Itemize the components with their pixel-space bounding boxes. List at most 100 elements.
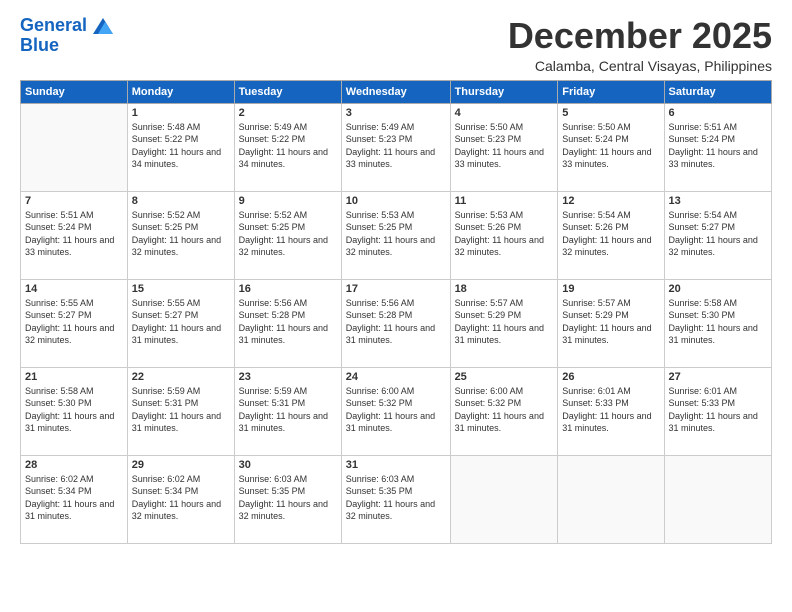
day-info: Sunrise: 5:55 AMSunset: 5:27 PMDaylight:…: [132, 297, 230, 347]
week-row-0: 1 Sunrise: 5:48 AMSunset: 5:22 PMDaylight…: [21, 103, 772, 191]
logo-blue: Blue: [20, 36, 113, 56]
day-info: Sunrise: 6:01 AMSunset: 5:33 PMDaylight:…: [669, 385, 767, 435]
calendar-cell: 26 Sunrise: 6:01 AMSunset: 5:33 PMDayligh…: [558, 367, 664, 455]
day-number: 11: [455, 195, 554, 207]
day-info: Sunrise: 5:59 AMSunset: 5:31 PMDaylight:…: [132, 385, 230, 435]
day-number: 16: [239, 283, 337, 295]
col-header-monday: Monday: [127, 80, 234, 103]
calendar-cell: 8 Sunrise: 5:52 AMSunset: 5:25 PMDaylight…: [127, 191, 234, 279]
day-info: Sunrise: 5:54 AMSunset: 5:27 PMDaylight:…: [669, 209, 767, 259]
calendar-cell: 25 Sunrise: 6:00 AMSunset: 5:32 PMDayligh…: [450, 367, 558, 455]
col-header-sunday: Sunday: [21, 80, 128, 103]
calendar: SundayMondayTuesdayWednesdayThursdayFrid…: [20, 80, 772, 544]
day-info: Sunrise: 5:52 AMSunset: 5:25 PMDaylight:…: [132, 209, 230, 259]
calendar-cell: 17 Sunrise: 5:56 AMSunset: 5:28 PMDayligh…: [341, 279, 450, 367]
day-number: 31: [346, 459, 446, 471]
day-number: 1: [132, 107, 230, 119]
day-info: Sunrise: 5:51 AMSunset: 5:24 PMDaylight:…: [25, 209, 123, 259]
day-number: 21: [25, 371, 123, 383]
calendar-cell: 12 Sunrise: 5:54 AMSunset: 5:26 PMDayligh…: [558, 191, 664, 279]
day-number: 25: [455, 371, 554, 383]
day-info: Sunrise: 5:53 AMSunset: 5:25 PMDaylight:…: [346, 209, 446, 259]
calendar-cell: 13Sunrise: 5:54 AMSunset: 5:27 PMDayligh…: [664, 191, 771, 279]
calendar-cell: 1 Sunrise: 5:48 AMSunset: 5:22 PMDaylight…: [127, 103, 234, 191]
day-number: 14: [25, 283, 123, 295]
day-info: Sunrise: 5:57 AMSunset: 5:29 PMDaylight:…: [562, 297, 659, 347]
calendar-cell: 14Sunrise: 5:55 AMSunset: 5:27 PMDayligh…: [21, 279, 128, 367]
calendar-cell: 5 Sunrise: 5:50 AMSunset: 5:24 PMDaylight…: [558, 103, 664, 191]
logo-icon: [93, 18, 113, 34]
day-info: Sunrise: 5:56 AMSunset: 5:28 PMDaylight:…: [239, 297, 337, 347]
calendar-header-row: SundayMondayTuesdayWednesdayThursdayFrid…: [21, 80, 772, 103]
calendar-cell: 15 Sunrise: 5:55 AMSunset: 5:27 PMDayligh…: [127, 279, 234, 367]
day-number: 15: [132, 283, 230, 295]
day-info: Sunrise: 5:54 AMSunset: 5:26 PMDaylight:…: [562, 209, 659, 259]
calendar-cell: 10Sunrise: 5:53 AMSunset: 5:25 PMDayligh…: [341, 191, 450, 279]
calendar-cell: 7 Sunrise: 5:51 AMSunset: 5:24 PMDaylight…: [21, 191, 128, 279]
day-info: Sunrise: 5:56 AMSunset: 5:28 PMDaylight:…: [346, 297, 446, 347]
day-info: Sunrise: 5:52 AMSunset: 5:25 PMDaylight:…: [239, 209, 337, 259]
day-number: 12: [562, 195, 659, 207]
title-area: December 2025 Calamba, Central Visayas, …: [508, 16, 772, 74]
week-row-3: 21 Sunrise: 5:58 AMSunset: 5:30 PMDayligh…: [21, 367, 772, 455]
day-number: 5: [562, 107, 659, 119]
day-number: 28: [25, 459, 123, 471]
day-info: Sunrise: 5:57 AMSunset: 5:29 PMDaylight:…: [455, 297, 554, 347]
day-number: 27: [669, 371, 767, 383]
day-number: 20: [669, 283, 767, 295]
day-number: 4: [455, 107, 554, 119]
day-number: 9: [239, 195, 337, 207]
calendar-cell: 18 Sunrise: 5:57 AMSunset: 5:29 PMDayligh…: [450, 279, 558, 367]
calendar-cell: 6Sunrise: 5:51 AMSunset: 5:24 PMDaylight…: [664, 103, 771, 191]
calendar-cell: [664, 455, 771, 543]
calendar-cell: 4 Sunrise: 5:50 AMSunset: 5:23 PMDaylight…: [450, 103, 558, 191]
col-header-thursday: Thursday: [450, 80, 558, 103]
calendar-cell: 11 Sunrise: 5:53 AMSunset: 5:26 PMDayligh…: [450, 191, 558, 279]
day-info: Sunrise: 6:01 AMSunset: 5:33 PMDaylight:…: [562, 385, 659, 435]
day-info: Sunrise: 5:50 AMSunset: 5:23 PMDaylight:…: [455, 121, 554, 171]
calendar-cell: 23 Sunrise: 5:59 AMSunset: 5:31 PMDayligh…: [234, 367, 341, 455]
day-info: Sunrise: 6:02 AMSunset: 5:34 PMDaylight:…: [132, 473, 230, 523]
day-info: Sunrise: 6:03 AMSunset: 5:35 PMDaylight:…: [239, 473, 337, 523]
day-info: Sunrise: 5:59 AMSunset: 5:31 PMDaylight:…: [239, 385, 337, 435]
calendar-cell: 2 Sunrise: 5:49 AMSunset: 5:22 PMDaylight…: [234, 103, 341, 191]
day-number: 26: [562, 371, 659, 383]
calendar-cell: [450, 455, 558, 543]
calendar-cell: [558, 455, 664, 543]
week-row-1: 7 Sunrise: 5:51 AMSunset: 5:24 PMDaylight…: [21, 191, 772, 279]
calendar-cell: 9 Sunrise: 5:52 AMSunset: 5:25 PMDaylight…: [234, 191, 341, 279]
day-info: Sunrise: 5:50 AMSunset: 5:24 PMDaylight:…: [562, 121, 659, 171]
day-info: Sunrise: 5:49 AMSunset: 5:22 PMDaylight:…: [239, 121, 337, 171]
col-header-friday: Friday: [558, 80, 664, 103]
day-info: Sunrise: 5:53 AMSunset: 5:26 PMDaylight:…: [455, 209, 554, 259]
calendar-cell: 28 Sunrise: 6:02 AMSunset: 5:34 PMDayligh…: [21, 455, 128, 543]
header: General Blue December 2025 Calamba, Cent…: [20, 16, 772, 74]
day-info: Sunrise: 6:03 AMSunset: 5:35 PMDaylight:…: [346, 473, 446, 523]
calendar-cell: [21, 103, 128, 191]
calendar-cell: 16 Sunrise: 5:56 AMSunset: 5:28 PMDayligh…: [234, 279, 341, 367]
day-number: 23: [239, 371, 337, 383]
calendar-cell: 20Sunrise: 5:58 AMSunset: 5:30 PMDayligh…: [664, 279, 771, 367]
calendar-cell: 31 Sunrise: 6:03 AMSunset: 5:35 PMDayligh…: [341, 455, 450, 543]
day-number: 18: [455, 283, 554, 295]
day-info: Sunrise: 5:48 AMSunset: 5:22 PMDaylight:…: [132, 121, 230, 171]
day-number: 8: [132, 195, 230, 207]
month-title: December 2025: [508, 16, 772, 56]
col-header-saturday: Saturday: [664, 80, 771, 103]
logo: General Blue: [20, 16, 113, 56]
day-info: Sunrise: 6:00 AMSunset: 5:32 PMDaylight:…: [455, 385, 554, 435]
calendar-cell: 29 Sunrise: 6:02 AMSunset: 5:34 PMDayligh…: [127, 455, 234, 543]
day-number: 24: [346, 371, 446, 383]
day-info: Sunrise: 5:58 AMSunset: 5:30 PMDaylight:…: [25, 385, 123, 435]
day-info: Sunrise: 5:49 AMSunset: 5:23 PMDaylight:…: [346, 121, 446, 171]
day-info: Sunrise: 6:02 AMSunset: 5:34 PMDaylight:…: [25, 473, 123, 523]
day-number: 17: [346, 283, 446, 295]
day-number: 2: [239, 107, 337, 119]
day-number: 19: [562, 283, 659, 295]
day-number: 29: [132, 459, 230, 471]
location: Calamba, Central Visayas, Philippines: [508, 58, 772, 74]
week-row-4: 28 Sunrise: 6:02 AMSunset: 5:34 PMDayligh…: [21, 455, 772, 543]
calendar-cell: 24Sunrise: 6:00 AMSunset: 5:32 PMDayligh…: [341, 367, 450, 455]
day-number: 22: [132, 371, 230, 383]
day-number: 7: [25, 195, 123, 207]
